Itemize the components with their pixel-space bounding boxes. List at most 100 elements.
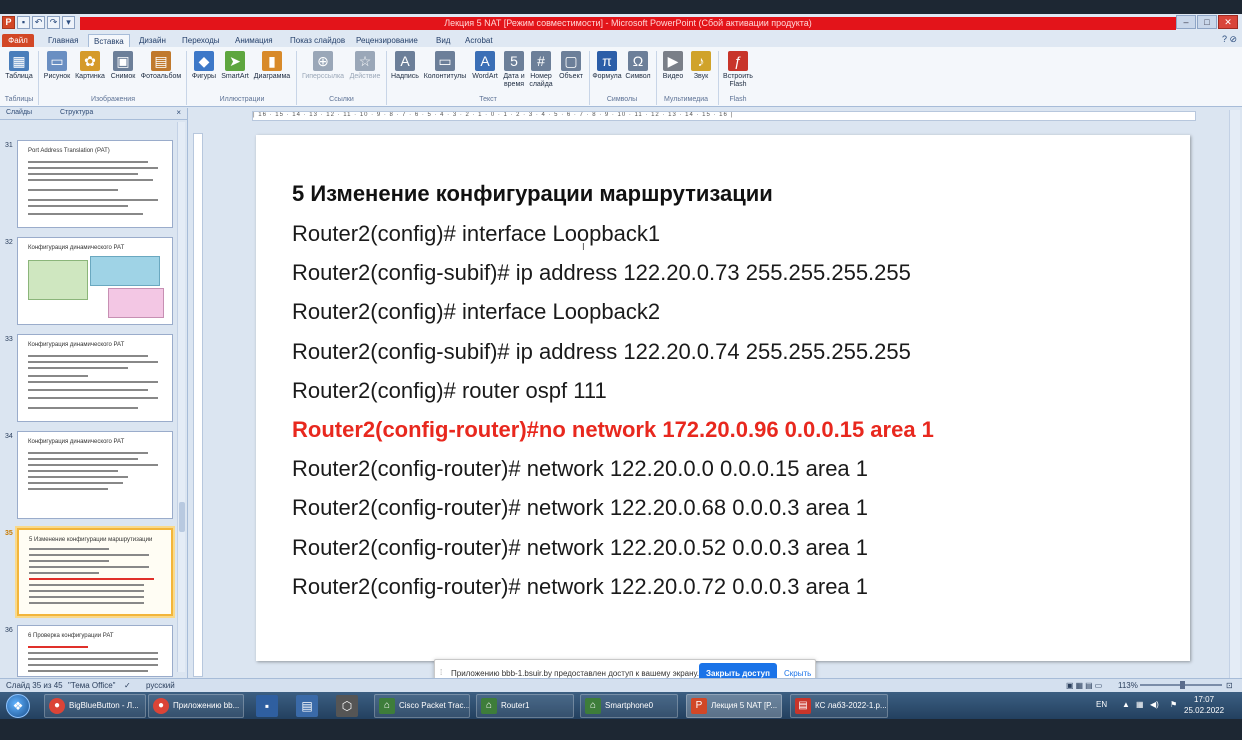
textbox-button[interactable]: A Надпись [389,51,421,81]
date-time-button[interactable]: 5 Дата и время [501,51,527,89]
clock-time[interactable]: 17:07 [1194,695,1214,704]
language-bar[interactable]: EN [1096,700,1107,709]
slide-canvas[interactable]: 5 Изменение конфигурации маршрутизации R… [256,135,1190,661]
smartart-button[interactable]: ➤ SmartArt [219,51,251,81]
header-footer-button[interactable]: ▭ Колонтитулы [421,51,469,81]
app-window-icon[interactable]: ▤ [296,695,318,717]
tray-expand-icon[interactable]: ▲ [1122,700,1130,709]
powerpoint-app-icon[interactable]: P [2,16,15,29]
tab-animation[interactable]: Анимация [235,34,273,47]
zoom-slider-handle[interactable] [1180,681,1185,689]
maximize-button[interactable]: □ [1197,15,1217,29]
hide-notification-link[interactable]: Скрыть [784,669,811,678]
title-bar: P ▪ ↶ ↷ ▾ Лекция 5 NAT [Режим совместимо… [0,14,1242,32]
slide-text-line-highlighted[interactable]: Router2(config-router)#no network 172.20… [292,417,934,443]
start-button[interactable]: ❖ [6,694,30,718]
symbol-button[interactable]: Ω Символ [623,51,653,81]
slide-title[interactable]: 5 Изменение конфигурации маршрутизации [292,181,773,207]
slide-text-line[interactable]: Router2(config)# interface Loopback2 [292,299,660,325]
slide-text-line[interactable]: Router2(config)# interface Loopback1 [292,221,660,247]
table-button[interactable]: ▦ Таблица [4,51,34,81]
ribbon-separator [589,51,590,105]
taskbar-item-bigbluebutton[interactable]: ● BigBlueButton - Л... [44,694,146,718]
language-indicator[interactable]: русский [146,681,175,690]
slide-text-line[interactable]: Router2(config-router)# network 122.20.0… [292,535,868,561]
undo-icon[interactable]: ↶ [32,16,45,29]
hyperlink-button[interactable]: ⊕ Гиперссылка [299,51,347,81]
taskbar-item-smartphone0[interactable]: ⌂ Smartphone0 [580,694,678,718]
picture-button[interactable]: ▭ Рисунок [42,51,72,81]
thumb-text-line [28,367,128,369]
taskbar-item-powerpoint[interactable]: P Лекция 5 NAT [P... [686,694,782,718]
taskbar-item-router1[interactable]: ⌂ Router1 [476,694,574,718]
zoom-level[interactable]: 113% [1118,681,1138,690]
slide-thumbnail-31[interactable]: Port Address Translation (PAT) [17,140,173,228]
video-button[interactable]: ▶ Видео [659,51,687,81]
fit-to-window-icon[interactable]: ⊡ [1226,681,1233,690]
tab-slides[interactable]: Слайды [6,109,32,116]
taskbar-item-chrome-share[interactable]: ● Приложению bb... [148,694,244,718]
thumb-text-line [28,664,158,666]
drag-handle-icon[interactable]: ⁞ [440,668,442,677]
object-button[interactable]: ▢ Объект [555,51,587,81]
group-tables-label: Таблицы [4,96,34,103]
slide-scrollbar[interactable] [1229,110,1240,680]
tab-home[interactable]: Главная [48,34,78,47]
tab-transitions[interactable]: Переходы [182,34,220,47]
view-buttons[interactable]: ▣▦▤▭ [1066,681,1104,690]
save-icon[interactable]: ▪ [17,16,30,29]
tab-file[interactable]: Файл [2,34,34,47]
customize-qat-icon[interactable]: ▾ [62,16,75,29]
tab-view[interactable]: Вид [436,34,450,47]
slide-thumbnail-35[interactable]: 5 Изменение конфигурации маршрутизации [17,528,173,616]
clipart-button[interactable]: ✿ Картинка [73,51,107,81]
flag-icon[interactable]: ⚑ [1170,700,1177,709]
network-icon[interactable]: ▦ [1136,700,1144,709]
clock-date[interactable]: 25.02.2022 [1184,706,1224,715]
save-disk-icon[interactable]: ▪ [256,695,278,717]
slide-thumbnail-34[interactable]: Конфигурация динамического PAT [17,431,173,519]
photo-album-icon: ▤ [151,51,171,71]
slide-thumbnail-32[interactable]: Конфигурация динамического PAT [17,237,173,325]
slides-panel-scrollbar[interactable] [177,122,185,672]
slide-thumbnail-36[interactable]: 6 Проверка конфигурации PAT [17,625,173,677]
audio-button[interactable]: ♪ Звук [687,51,715,81]
slide-text-line[interactable]: Router2(config)# router ospf 111 [292,378,607,404]
slide-text-line[interactable]: Router2(config-router)# network 122.20.0… [292,574,868,600]
virtualbox-icon[interactable]: ⬡ [336,695,358,717]
equation-button[interactable]: π Формула [591,51,623,81]
spellcheck-icon[interactable]: ✓ [124,681,131,690]
shapes-button[interactable]: ◆ Фигуры [190,51,218,81]
status-bar: Слайд 35 из 45 "Тема Office" ✓ русский ▣… [0,678,1242,692]
slide-text-line[interactable]: Router2(config-router)# network 122.20.0… [292,456,868,482]
close-button[interactable]: ✕ [1218,15,1238,29]
tab-acrobat[interactable]: Acrobat [465,34,493,47]
help-icon[interactable]: ? ⊘ [1222,34,1237,45]
wordart-button[interactable]: A WordArt [469,51,501,81]
slide-thumbnail-33[interactable]: Конфигурация динамического PAT [17,334,173,422]
slide-number-icon: # [531,51,551,71]
tab-review[interactable]: Рецензирование [356,34,418,47]
chart-button[interactable]: ▮ Диаграмма [251,51,293,81]
minimize-button[interactable]: – [1176,15,1196,29]
textbox-icon: A [395,51,415,71]
slide-text-line[interactable]: Router2(config-subif)# ip address 122.20… [292,260,911,286]
flash-button[interactable]: ƒ Встроить Flash [720,51,756,89]
action-button[interactable]: ☆ Действие [347,51,383,81]
taskbar-item-packet-tracer[interactable]: ⌂ Cisco Packet Trac... [374,694,470,718]
redo-icon[interactable]: ↷ [47,16,60,29]
tab-outline[interactable]: Структура [60,109,93,116]
tab-slideshow[interactable]: Показ слайдов [290,34,345,47]
volume-icon[interactable]: ◀) [1150,700,1159,709]
scrollbar-thumb[interactable] [179,502,185,532]
slide-number-button[interactable]: # Номер слайда [527,51,555,89]
photo-album-button[interactable]: ▤ Фотоальбом [139,51,183,81]
tab-design[interactable]: Дизайн [139,34,166,47]
slide-text-line[interactable]: Router2(config-subif)# ip address 122.20… [292,339,911,365]
taskbar-item-pdf[interactable]: ▤ КС лаб3-2022-1.р... [790,694,888,718]
panel-close-icon[interactable]: × [176,108,181,117]
slide-text-line[interactable]: Router2(config-router)# network 122.20.0… [292,495,868,521]
quick-access-toolbar: P ▪ ↶ ↷ ▾ [2,16,75,30]
tab-insert[interactable]: Вставка [88,34,130,47]
screenshot-button[interactable]: ▣ Снимок [108,51,138,81]
